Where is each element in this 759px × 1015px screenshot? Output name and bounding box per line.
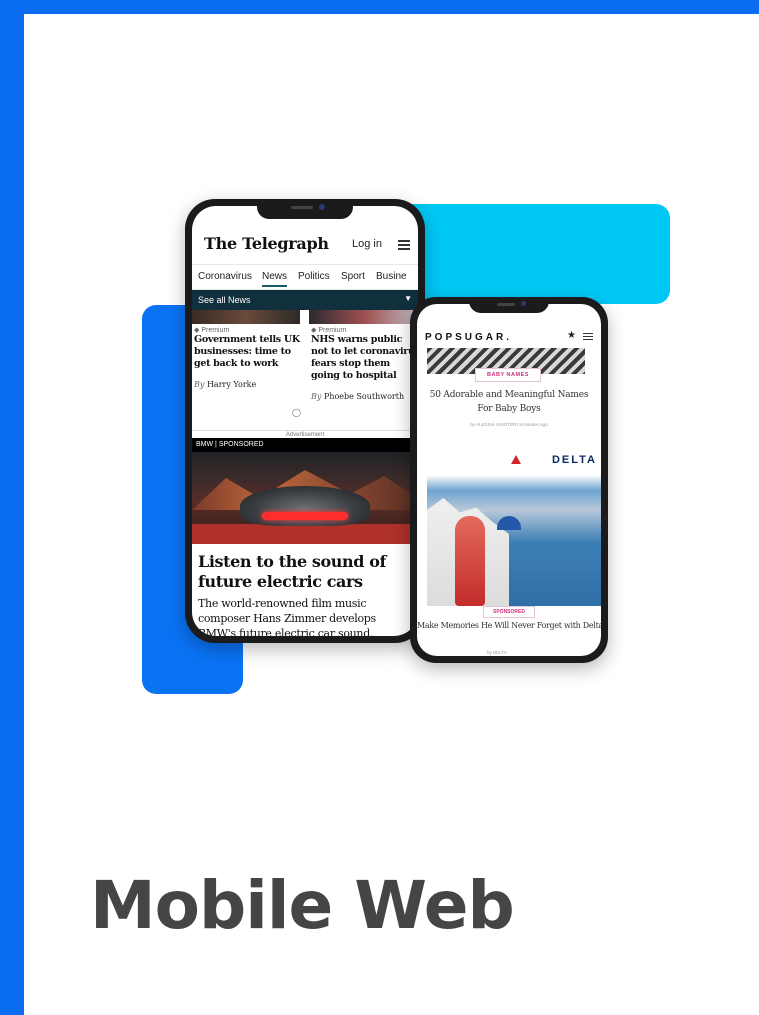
nav-item-news[interactable]: News	[262, 271, 288, 287]
article-image[interactable]	[309, 310, 418, 324]
delta-brand: DELTA	[551, 454, 597, 466]
left-frame-bar	[0, 0, 24, 1015]
nav-item-politics[interactable]: Politics	[298, 271, 330, 282]
telegraph-logo[interactable]: The Telegraph	[204, 234, 329, 253]
see-all-news-bar[interactable]: See all News ▼	[192, 290, 418, 310]
premium-tag: ◆ Premium	[311, 327, 347, 334]
telegraph-nav: Coronavirus News Politics Sport Busine	[192, 264, 418, 290]
sponsored-bar: BMW | SPONSORED	[192, 438, 418, 452]
article-card[interactable]: ◆ Premium Government tells UK businesses…	[194, 326, 304, 389]
article-title[interactable]: 50 Adorable and Meaningful Names For Bab…	[421, 388, 597, 416]
menu-icon[interactable]	[583, 333, 593, 343]
category-badge[interactable]: BABY NAMES	[475, 368, 541, 382]
star-icon[interactable]: ★	[567, 330, 576, 341]
login-link[interactable]: Log in	[352, 238, 382, 250]
article-card[interactable]: ◆ Premium NHS warns public not to let co…	[311, 326, 418, 401]
article-meta: by ALESSIA SANTORO 9 minutes ago	[470, 422, 548, 427]
article-byline: By Phoebe Southworth	[311, 392, 405, 401]
delta-logo-icon	[511, 455, 521, 464]
premium-tag: ◆ Premium	[194, 327, 230, 334]
article-title[interactable]: NHS warns public not to let coronavirus …	[311, 334, 418, 382]
phone-notch	[257, 199, 353, 219]
popsugar-screen: POPSUGAR. ★ BABY NAMES 50 Adorable and M…	[417, 304, 601, 656]
see-all-news-label: See all News	[198, 295, 251, 305]
chevron-down-icon: ▼	[404, 294, 412, 303]
top-frame-bar	[0, 0, 759, 14]
telegraph-screen: The Telegraph Log in Coronavirus News Po…	[192, 206, 418, 636]
nav-item-sport[interactable]: Sport	[341, 271, 365, 282]
sponsored-label: BMW | SPONSORED	[196, 441, 264, 448]
article-byline: By Harry Yorke	[194, 380, 257, 389]
popsugar-logo[interactable]: POPSUGAR.	[425, 332, 512, 343]
ad-caption[interactable]: Make Memories He Will Never Forget with …	[417, 620, 601, 632]
sponsored-badge: SPONSORED	[483, 606, 535, 618]
ad-byline: by DELTA	[487, 650, 507, 655]
page-title: Mobile Web	[90, 867, 515, 944]
telegraph-header: The Telegraph Log in	[192, 226, 418, 264]
popsugar-phone-mockup: POPSUGAR. ★ BABY NAMES 50 Adorable and M…	[410, 297, 608, 663]
ad-description: The world-renowned film music composer H…	[198, 597, 376, 636]
delta-ad-image[interactable]: DELTA	[427, 446, 601, 606]
decorative-cyan-block	[390, 204, 670, 304]
telegraph-phone-mockup: The Telegraph Log in Coronavirus News Po…	[185, 199, 425, 643]
menu-icon[interactable]	[398, 240, 410, 250]
ad-headline[interactable]: Listen to the sound of future electric c…	[198, 552, 410, 592]
phone-notch	[469, 297, 549, 313]
article-title[interactable]: Government tells UK businesses: time to …	[194, 334, 304, 370]
bmw-car-image[interactable]	[192, 452, 418, 544]
nav-item-coronavirus[interactable]: Coronavirus	[198, 271, 252, 282]
article-image[interactable]	[192, 310, 300, 324]
nav-item-business[interactable]: Busine	[376, 271, 407, 282]
comment-icon[interactable]: ◯	[292, 408, 301, 417]
